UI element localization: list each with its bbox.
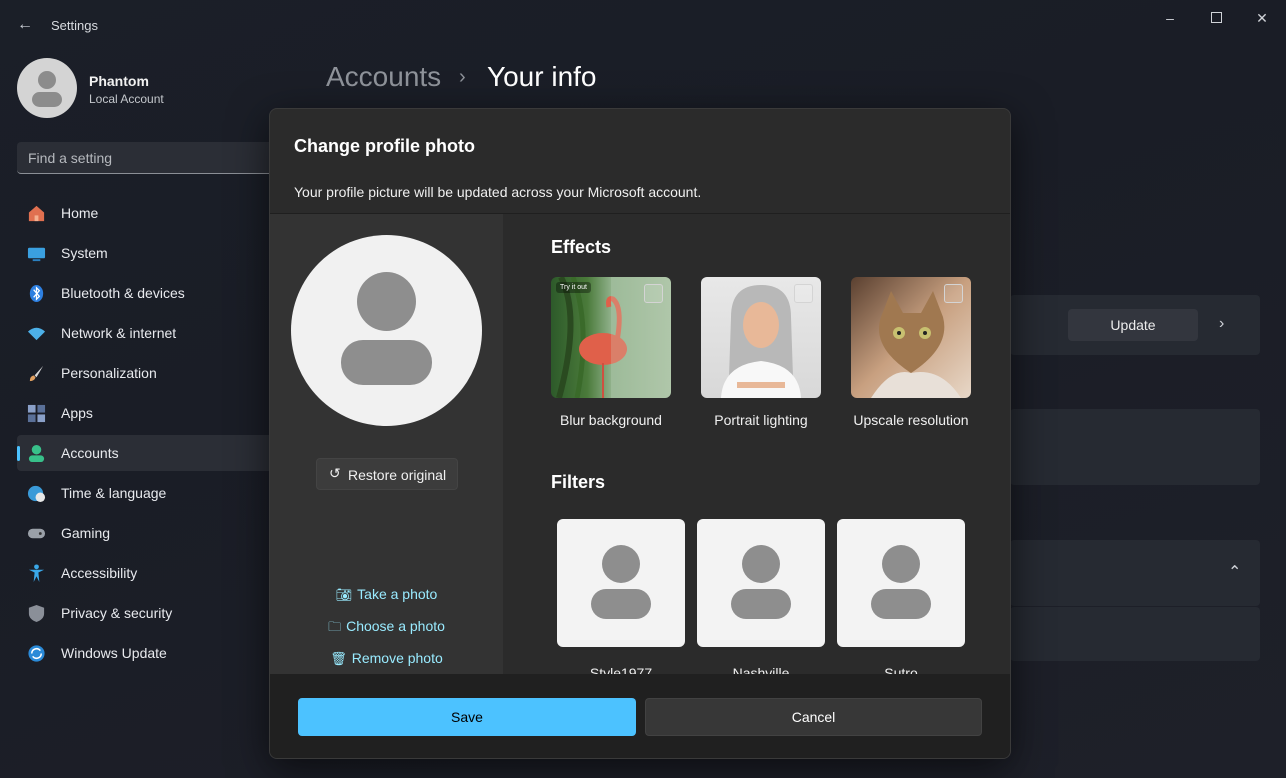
background-card [1010, 540, 1260, 606]
page-title: Your info [487, 61, 597, 92]
filter-style1977[interactable] [557, 519, 685, 647]
save-button[interactable]: Save [298, 698, 636, 736]
update-button[interactable]: Update [1068, 309, 1198, 341]
apps-icon [27, 404, 46, 423]
change-photo-dialog: Change profile photo Your profile pictur… [269, 108, 1011, 759]
portrait-lighting-checkbox[interactable] [794, 284, 813, 303]
accessibility-icon [28, 564, 45, 583]
home-icon [28, 205, 45, 222]
upscale-resolution-checkbox[interactable] [944, 284, 963, 303]
title-bar: ← Settings – ✕ [0, 0, 1286, 50]
filter-label: Style1977 [589, 665, 653, 674]
breadcrumb-parent[interactable]: Accounts [326, 61, 441, 93]
bluetooth-icon [29, 284, 44, 303]
filters-heading: Filters [551, 472, 606, 492]
sidebar-item-network[interactable]: Network & internet [17, 315, 279, 351]
filter-sutro[interactable] [837, 519, 965, 647]
sidebar-item-time-language[interactable]: Time & language [17, 475, 279, 511]
effect-portrait-lighting[interactable] [701, 277, 821, 398]
background-card [1010, 607, 1260, 661]
dialog-footer: Save Cancel [270, 674, 1010, 758]
sidebar-item-gaming[interactable]: Gaming [17, 515, 279, 551]
trash-icon: 🗑︎ [330, 651, 347, 666]
search-input[interactable]: Find a setting [17, 142, 279, 174]
sidebar-item-bluetooth[interactable]: Bluetooth & devices [17, 275, 279, 311]
monitor-icon [27, 247, 46, 262]
minimize-icon: – [1166, 10, 1174, 26]
globe-clock-icon [27, 485, 46, 503]
choose-photo-link[interactable]: 🗀 Choose a photo [270, 618, 503, 640]
effects-heading: Effects [551, 237, 612, 257]
wifi-icon [27, 327, 46, 341]
restore-original-button[interactable]: ↺ Restore original [316, 458, 458, 490]
cancel-button[interactable]: Cancel [645, 698, 982, 736]
take-photo-link[interactable]: 📷︎ Take a photo [270, 586, 503, 603]
filter-label: Nashville [732, 665, 790, 674]
sidebar-item-privacy[interactable]: Privacy & security [17, 595, 279, 631]
gamepad-icon [27, 528, 46, 539]
chevron-up-icon[interactable]: ⌃ [1228, 562, 1241, 582]
effect-label: Portrait lighting [714, 412, 808, 428]
sidebar-item-home[interactable]: Home [17, 195, 279, 231]
effects-pane: Effects Try it out Blur background Portr… [503, 214, 1010, 674]
search-placeholder: Find a setting [28, 150, 113, 166]
effect-label: Upscale resolution [853, 412, 969, 428]
shield-icon [28, 604, 45, 623]
sidebar-item-accounts[interactable]: Accounts [17, 435, 279, 471]
try-it-badge: Try it out [556, 282, 591, 293]
profile-name: Phantom [89, 73, 149, 89]
undo-icon: ↺ [329, 465, 341, 481]
profile-photo-preview [291, 235, 482, 426]
close-icon: ✕ [1256, 10, 1268, 26]
photo-preview-pane: ↺ Restore original 📷︎ Take a photo 🗀 Choos… [270, 214, 503, 674]
effect-upscale-resolution[interactable] [851, 277, 971, 398]
effect-label: Blur background [560, 412, 662, 428]
breadcrumb-separator: › [459, 66, 466, 88]
avatar [17, 58, 77, 118]
sidebar-nav: Home System Bluetooth & devices Network … [17, 195, 279, 675]
maximize-icon [1210, 12, 1222, 23]
app-title: Settings [51, 18, 98, 33]
sidebar-item-accessibility[interactable]: Accessibility [17, 555, 279, 591]
filter-label: Sutro [884, 665, 918, 674]
update-icon [28, 645, 45, 662]
dialog-title: Change profile photo [294, 136, 475, 156]
maximize-button[interactable] [1201, 8, 1231, 28]
sidebar-item-windows-update[interactable]: Windows Update [17, 635, 279, 671]
brush-icon [29, 365, 44, 382]
filter-nashville[interactable] [697, 519, 825, 647]
remove-photo-link[interactable]: 🗑︎ Remove photo [270, 650, 503, 667]
sidebar-item-personalization[interactable]: Personalization [17, 355, 279, 391]
settings-window: ← Settings – ✕ Phantom Local Account Fin… [0, 0, 1286, 778]
chevron-right-icon[interactable]: › [1219, 315, 1224, 333]
background-card [1010, 409, 1260, 485]
close-button[interactable]: ✕ [1247, 8, 1277, 28]
sidebar-item-apps[interactable]: Apps [17, 395, 279, 431]
back-button[interactable]: ← [14, 14, 36, 36]
folder-icon: 🗀 [328, 619, 342, 634]
profile-account-type: Local Account [89, 92, 164, 106]
person-icon [28, 444, 45, 463]
sidebar-item-system[interactable]: System [17, 235, 279, 271]
arrow-left-icon: ← [17, 16, 33, 33]
effect-blur-background[interactable]: Try it out [551, 277, 671, 398]
camera-icon: 📷︎ [335, 587, 353, 602]
blur-background-checkbox[interactable] [644, 284, 663, 303]
minimize-button[interactable]: – [1155, 8, 1185, 28]
dialog-description: Your profile picture will be updated acr… [294, 184, 702, 200]
